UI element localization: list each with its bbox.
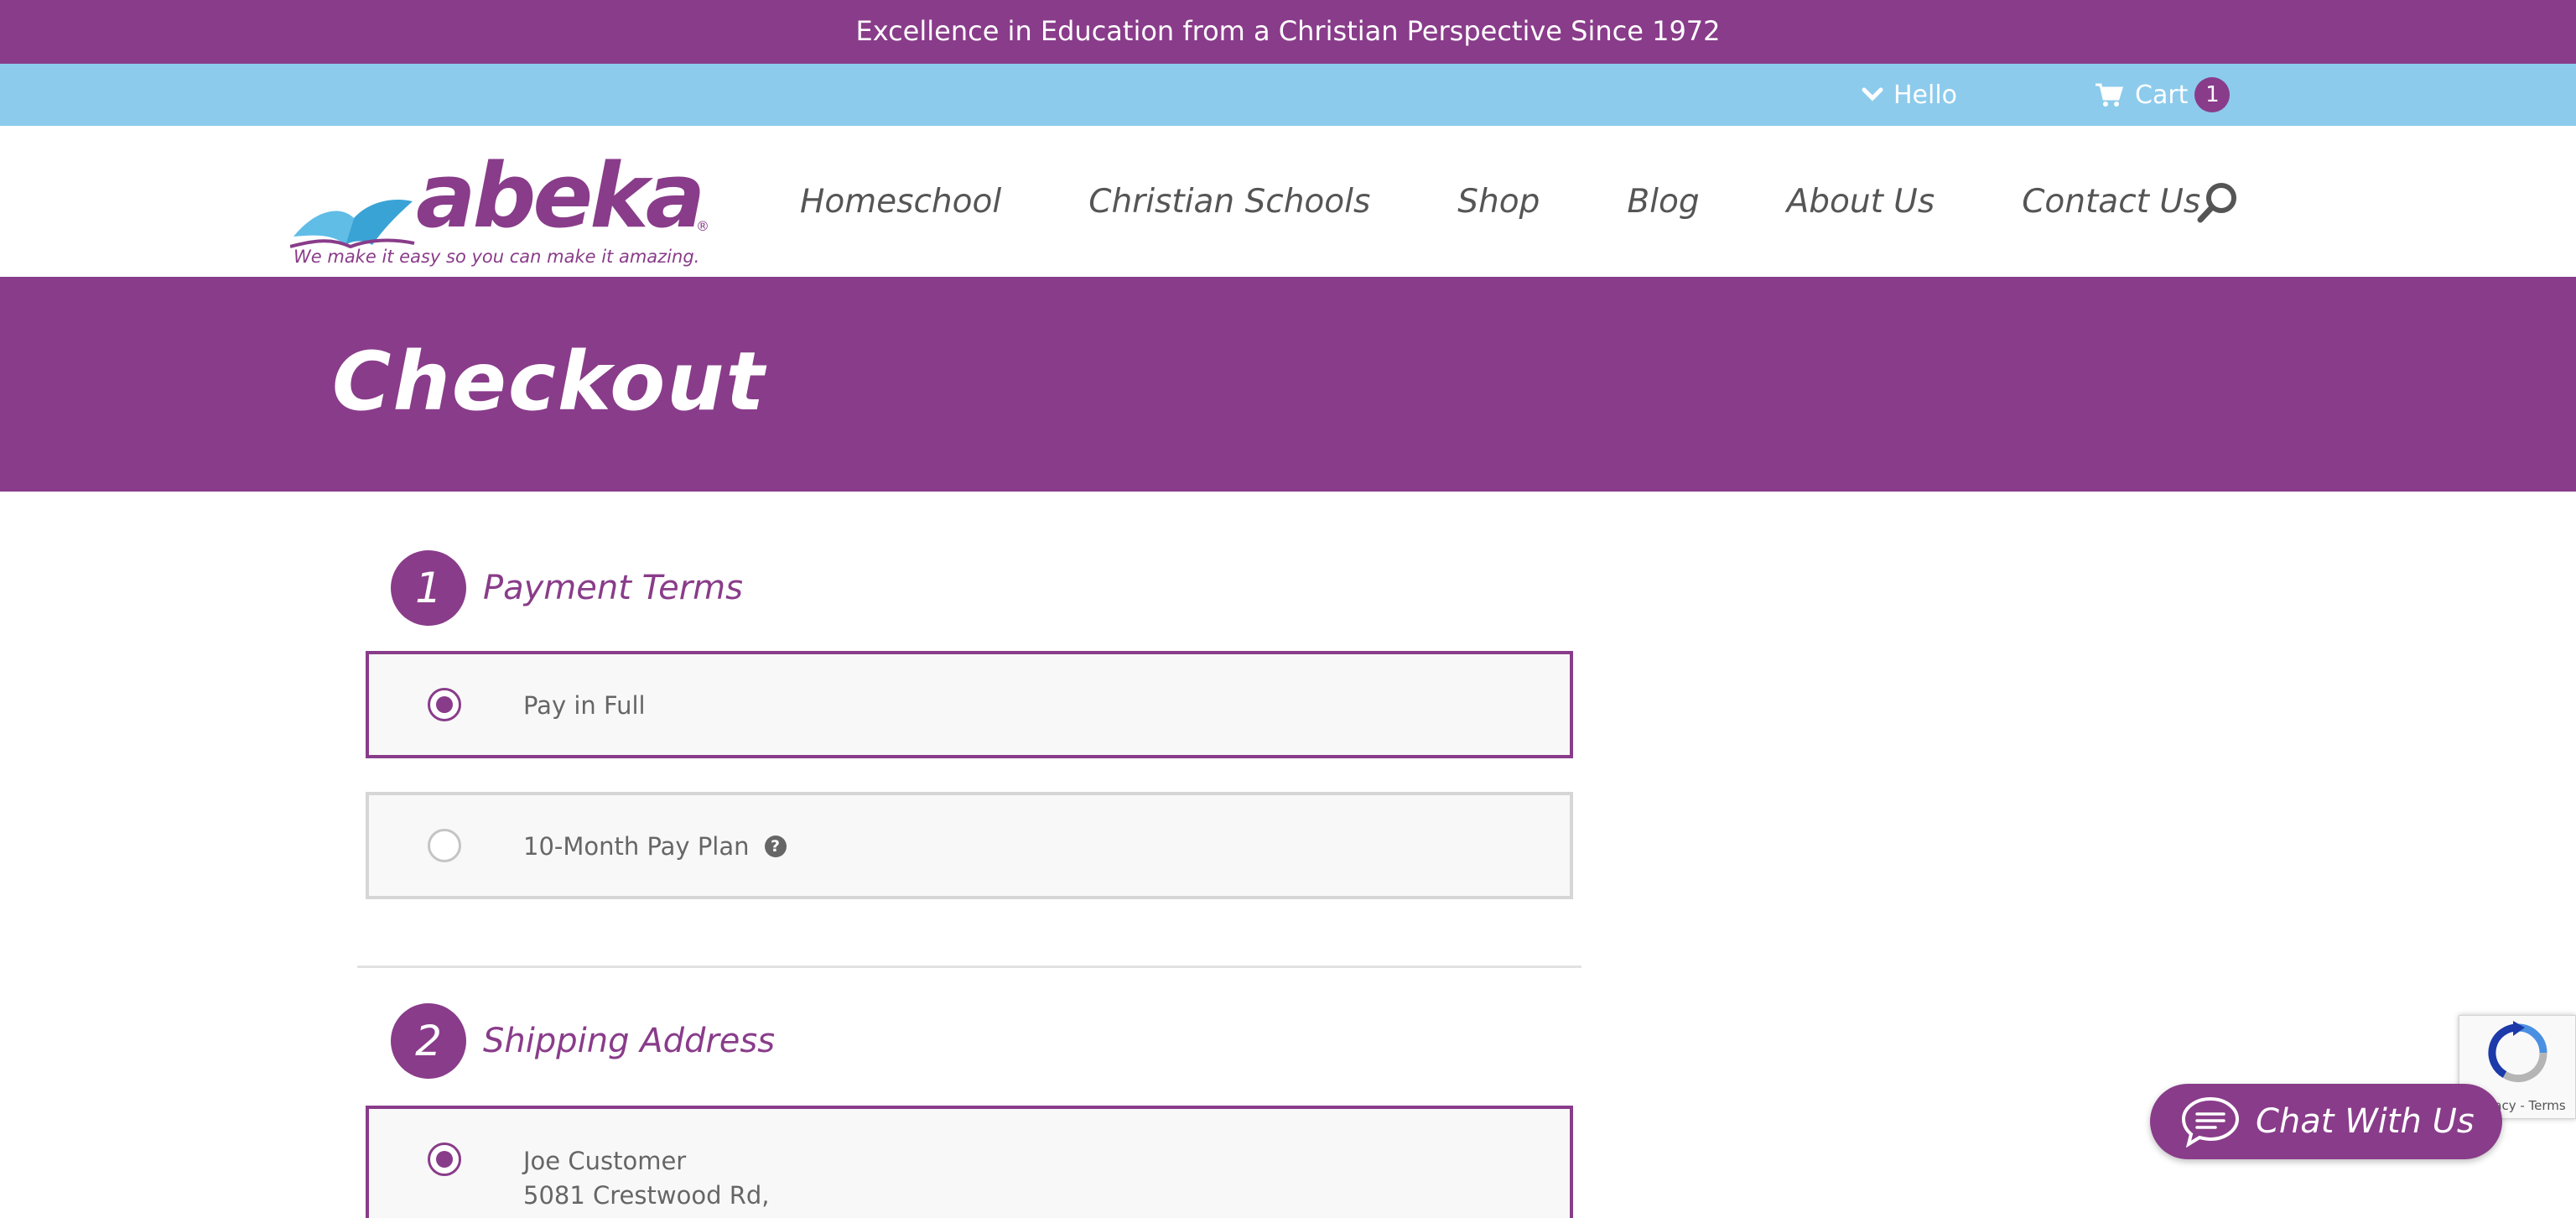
search-icon <box>2197 183 2236 223</box>
cart-count-badge: 1 <box>2194 77 2231 112</box>
nav-christian-schools[interactable]: Christian Schools <box>1088 183 1370 221</box>
main-nav: Homeschool Christian Schools Shop Blog A… <box>800 126 2288 277</box>
hello-label: Hello <box>1893 80 1958 110</box>
site-header: abeka ® We make it easy so you can make … <box>0 126 2576 277</box>
page-title: Checkout <box>332 335 766 429</box>
radio-unselected-icon[interactable] <box>428 829 461 862</box>
radio-selected-icon[interactable] <box>428 1143 461 1176</box>
step-number-badge: 1 <box>391 550 466 626</box>
cart-icon <box>2096 83 2123 107</box>
search-button[interactable] <box>2195 180 2241 225</box>
step-title: Payment Terms <box>483 569 743 607</box>
nav-shop[interactable]: Shop <box>1457 183 1540 221</box>
step-shipping-address-header: 2 Shipping Address <box>391 1003 775 1079</box>
chat-bubble-icon <box>2181 1096 2240 1148</box>
chevron-down-icon <box>1862 87 1883 102</box>
step-payment-terms-header: 1 Payment Terms <box>391 550 743 626</box>
chat-label: Chat With Us <box>2256 1102 2475 1141</box>
payment-option-10-month-plan[interactable]: 10-Month Pay Plan ? <box>366 792 1573 899</box>
registered-mark: ® <box>696 218 709 234</box>
section-divider <box>357 966 1581 968</box>
logo-tagline: We make it easy so you can make it amazi… <box>293 247 700 267</box>
page-hero: Checkout <box>0 277 2576 492</box>
utility-bar: Hello Cart 1 <box>0 64 2576 126</box>
step-title: Shipping Address <box>483 1022 776 1060</box>
address-street: 5081 Crestwood Rd, <box>523 1181 770 1210</box>
payment-option-label: Pay in Full <box>523 691 646 720</box>
cart-label: Cart <box>2135 80 2189 110</box>
shipping-address-block: Joe Customer 5081 Crestwood Rd, <box>523 1144 769 1213</box>
payment-option-label-wrap: 10-Month Pay Plan ? <box>523 832 787 861</box>
nav-homeschool[interactable]: Homeschool <box>800 183 1001 221</box>
shipping-address-option[interactable]: Joe Customer 5081 Crestwood Rd, <box>366 1106 1573 1218</box>
radio-selected-icon[interactable] <box>428 688 461 721</box>
recaptcha-icon <box>2488 1021 2547 1083</box>
book-logo-icon <box>290 200 415 248</box>
nav-contact-us[interactable]: Contact Us <box>2022 183 2200 221</box>
cart-link[interactable]: Cart 1 <box>2095 64 2231 126</box>
top-banner-text: Excellence in Education from a Christian… <box>855 15 1721 47</box>
top-banner: Excellence in Education from a Christian… <box>0 0 2576 64</box>
payment-option-pay-in-full[interactable]: Pay in Full <box>366 651 1573 758</box>
logo-wordmark: abeka <box>416 144 705 247</box>
question-circle-icon[interactable]: ? <box>764 835 787 857</box>
payment-option-label: 10-Month Pay Plan <box>523 832 750 861</box>
abeka-logo[interactable]: abeka ® We make it easy so you can make … <box>290 146 726 268</box>
address-name: Joe Customer <box>523 1147 687 1175</box>
chat-with-us-button[interactable]: Chat With Us <box>2150 1084 2502 1159</box>
nav-blog[interactable]: Blog <box>1627 183 1699 221</box>
account-menu-toggle[interactable]: Hello <box>1862 64 1957 126</box>
nav-about-us[interactable]: About Us <box>1787 183 1935 221</box>
step-number-badge: 2 <box>391 1003 466 1079</box>
